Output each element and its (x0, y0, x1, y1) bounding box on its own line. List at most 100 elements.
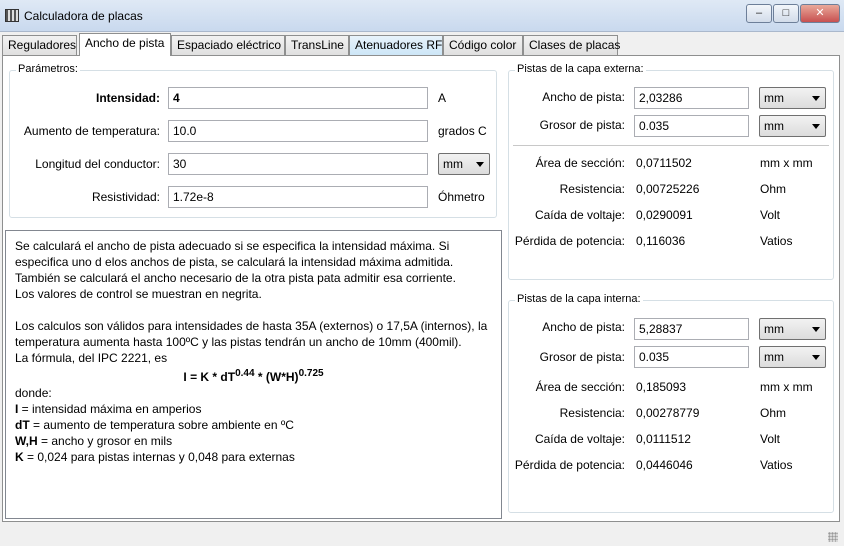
external-group: Pistas de la capa externa: Ancho de pist… (508, 63, 834, 280)
int-voltage-drop-unit: Volt (760, 432, 781, 446)
ext-area-label: Área de sección: (535, 156, 625, 170)
tab-reguladores[interactable]: Reguladores (2, 35, 77, 55)
ext-resistance-unit: Ohm (760, 182, 787, 196)
length-input[interactable]: 30 (168, 153, 428, 175)
def-wh-symbol: W,H (15, 434, 38, 448)
chevron-down-icon (812, 355, 820, 360)
int-width-unit-value: mm (764, 322, 784, 336)
int-power-loss-value: 0,0446046 (636, 458, 693, 472)
formula-exp-2: 0.725 (298, 368, 324, 379)
def-k: K = 0,024 para pistas internas y 0,048 p… (15, 449, 492, 465)
int-area-unit: mm x mm (760, 380, 813, 394)
formula-exp-1: 0.44 (235, 368, 255, 379)
def-k-text: = 0,024 para pistas internas y 0,048 par… (23, 450, 295, 464)
internal-title: Pistas de la capa interna: (515, 293, 643, 305)
minimize-button[interactable]: – (746, 4, 772, 23)
def-i: I = intensidad máxima en amperios (15, 401, 492, 417)
resistivity-input[interactable]: 1.72e-8 (168, 186, 428, 208)
length-unit-value: mm (443, 157, 463, 171)
def-wh-text: = ancho y grosor en mils (37, 434, 173, 448)
ext-width-unit-value: mm (764, 91, 784, 105)
ext-area-unit: mm x mm (760, 156, 813, 170)
int-thickness-input[interactable]: 0.035 (634, 346, 749, 368)
chevron-down-icon (812, 124, 820, 129)
int-resistance-value: 0,00278779 (636, 406, 700, 420)
def-i-text: = intensidad máxima en amperios (18, 402, 202, 416)
ext-resistance-label: Resistencia: (559, 182, 625, 196)
app-icon (5, 9, 19, 22)
length-unit-select[interactable]: mm (438, 153, 490, 175)
window-title: Calculadora de placas (24, 9, 143, 23)
ext-resistance-value: 0,00725226 (636, 182, 700, 196)
int-width-input[interactable]: 5,28837 (634, 318, 749, 340)
tab-clases-de-placas[interactable]: Clases de placas (523, 35, 620, 55)
def-dt-symbol: dT (15, 418, 30, 432)
ext-width-label: Ancho de pista: (542, 90, 625, 104)
chevron-down-icon (812, 327, 820, 332)
ext-voltage-drop-value: 0,0290091 (636, 208, 693, 222)
description-para-bold-note: Los valores de control se muestran en ne… (15, 287, 262, 301)
chevron-down-icon (812, 96, 820, 101)
intensity-unit: A (438, 91, 447, 105)
close-button[interactable]: ✕ (800, 4, 840, 23)
ext-thickness-unit-select[interactable]: mm (759, 115, 826, 137)
temp-rise-input[interactable]: 10.0 (168, 120, 428, 142)
def-wh: W,H = ancho y grosor en mils (15, 433, 492, 449)
int-voltage-drop-label: Caída de voltaje: (534, 432, 625, 446)
description-para-formula-intro: La fórmula, del IPC 2221, es (15, 351, 168, 365)
ext-thickness-label: Grosor de pista: (539, 118, 625, 132)
ext-thickness-unit-value: mm (764, 119, 784, 133)
int-thickness-label: Grosor de pista: (539, 350, 625, 364)
description-spacer (15, 302, 492, 318)
ext-power-loss-value: 0,116036 (636, 234, 686, 248)
params-group: Parámetros: Intensidad: 4 A Aumento de t… (9, 63, 497, 218)
ext-separator (513, 145, 829, 146)
int-power-loss-unit: Vatios (760, 458, 793, 472)
tab-codigo-color[interactable]: Código color (443, 35, 523, 55)
def-dt: dT = aumento de temperatura sobre ambien… (15, 417, 492, 433)
tab-espaciado-electrico[interactable]: Espaciado eléctrico (171, 35, 285, 55)
description-para-intro: Se calculará el ancho de pista adecuado … (15, 239, 456, 285)
int-thickness-unit-select[interactable]: mm (759, 346, 826, 368)
tab-transline[interactable]: TransLine (285, 35, 349, 55)
formula-part-b: * (W*H) (254, 370, 299, 384)
ext-thickness-input[interactable]: 0.035 (634, 115, 749, 137)
int-thickness-unit-value: mm (764, 350, 784, 364)
intensity-input[interactable]: 4 (168, 87, 428, 109)
description-box[interactable]: Se calculará el ancho de pista adecuado … (5, 230, 502, 519)
int-voltage-drop-value: 0,0111512 (636, 432, 691, 446)
def-k-symbol: K (15, 450, 24, 464)
formula: I = K * dT0.44 * (W*H)0.725 (15, 366, 492, 385)
params-title: Parámetros: (16, 63, 80, 75)
int-resistance-label: Resistencia: (559, 406, 625, 420)
status-bar (0, 525, 844, 546)
tab-ancho-de-pista[interactable]: Ancho de pista (79, 33, 171, 56)
external-title: Pistas de la capa externa: (515, 63, 646, 75)
maximize-button[interactable]: □ (773, 4, 799, 23)
description-para-validity: Los calculos son válidos para intensidad… (15, 319, 488, 349)
int-width-unit-select[interactable]: mm (759, 318, 826, 340)
int-power-loss-label: Pérdida de potencia: (514, 458, 625, 472)
formula-part-a: I = K * dT (183, 370, 236, 384)
int-area-value: 0,185093 (636, 380, 687, 394)
ext-width-input[interactable]: 2,03286 (634, 87, 749, 109)
chevron-down-icon (476, 162, 484, 167)
length-label: Longitud del conductor: (35, 157, 160, 171)
description-donde: donde: (15, 386, 52, 400)
intensity-label: Intensidad: (95, 91, 160, 105)
resistivity-unit: Óhmetro (438, 190, 485, 204)
ext-width-unit-select[interactable]: mm (759, 87, 826, 109)
int-resistance-unit: Ohm (760, 406, 787, 420)
ext-area-value: 0,0711502 (636, 156, 692, 170)
ext-voltage-drop-unit: Volt (760, 208, 781, 222)
int-width-label: Ancho de pista: (542, 320, 625, 334)
def-dt-text: = aumento de temperatura sobre ambiente … (29, 418, 294, 432)
tab-atenuadores-rf[interactable]: Atenuadores RF (349, 35, 443, 55)
resistivity-label: Resistividad: (91, 190, 160, 204)
temp-rise-unit: grados C (438, 124, 487, 138)
resize-grip-icon[interactable] (828, 532, 838, 542)
ext-voltage-drop-label: Caída de voltaje: (534, 208, 625, 222)
int-area-label: Área de sección: (535, 380, 625, 394)
ext-power-loss-unit: Vatios (760, 234, 793, 248)
temp-rise-label: Aumento de temperatura: (23, 124, 160, 138)
